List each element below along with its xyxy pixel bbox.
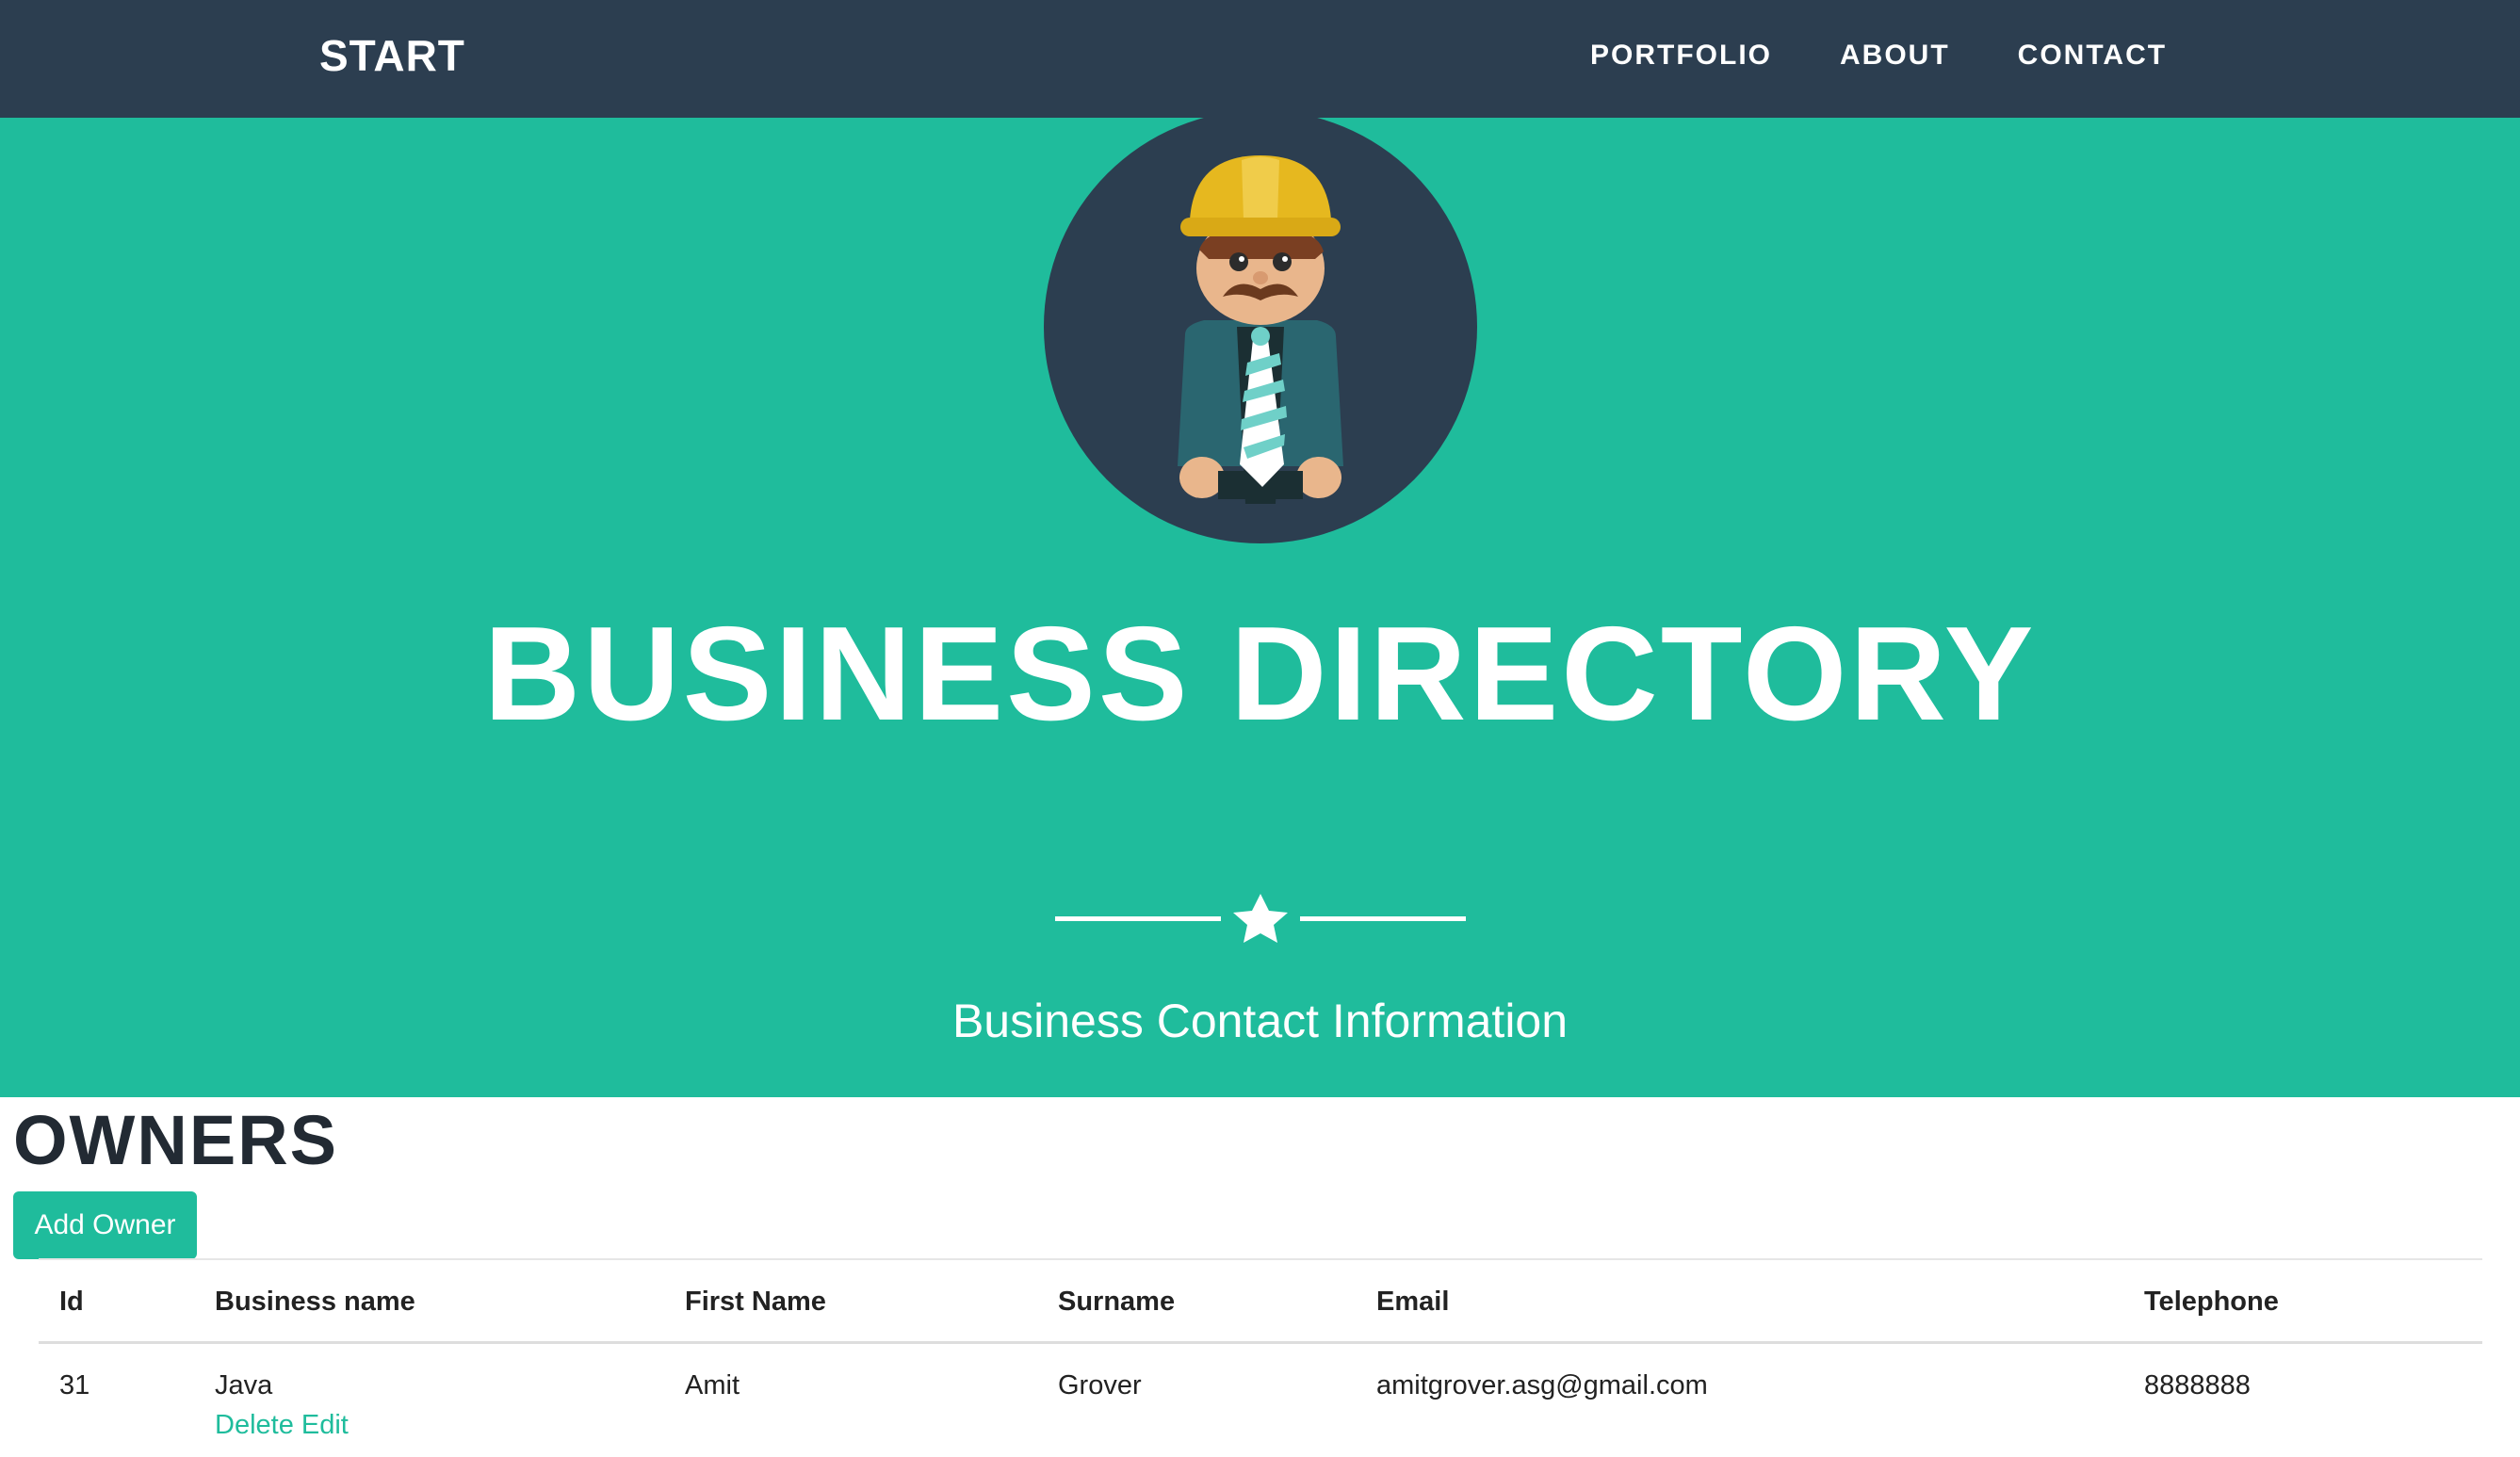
column-header-first-name: First Name <box>685 1287 826 1317</box>
hero-subtitle: Business Contact Information <box>951 995 1569 1047</box>
star-icon <box>1233 894 1288 943</box>
table-row: 31 Java Amit Grover amitgrover.asg@gmail… <box>39 1344 2482 1457</box>
hero-title: BUSINESS DIRECTORY <box>483 599 2037 749</box>
owners-heading: OWNERS <box>13 1101 338 1179</box>
column-header-email: Email <box>1376 1287 1450 1317</box>
hero-section: BUSINESS DIRECTORY Business Contact Info… <box>0 118 2520 1097</box>
nav-link-portfolio[interactable]: PORTFOLIO <box>1590 40 1772 72</box>
cell-first-name: Amit <box>685 1370 740 1400</box>
brand-link[interactable]: START <box>319 30 465 81</box>
cell-surname: Grover <box>1058 1370 1142 1400</box>
nav-link-about[interactable]: ABOUT <box>1840 40 1950 72</box>
owners-table: Id Business name First Name Surname Emai… <box>39 1258 2482 1457</box>
column-header-telephone: Telephone <box>2144 1287 2279 1317</box>
add-owner-button[interactable]: Add Owner <box>13 1191 197 1259</box>
nav-links: PORTFOLIO ABOUT CONTACT <box>1590 40 2235 72</box>
table-header: Id Business name First Name Surname Emai… <box>39 1260 2482 1344</box>
column-header-business-name: Business name <box>215 1287 415 1317</box>
nav-link-contact[interactable]: CONTACT <box>2018 40 2167 72</box>
builder-avatar-icon <box>1044 118 1477 543</box>
cell-business-name: Java <box>215 1370 273 1400</box>
navbar: START PORTFOLIO ABOUT CONTACT <box>0 0 2520 118</box>
row-actions: Delete Edit <box>215 1410 349 1441</box>
column-header-id: Id <box>59 1287 84 1317</box>
delete-link[interactable]: Delete <box>215 1410 294 1440</box>
column-header-surname: Surname <box>1058 1287 1176 1317</box>
cell-telephone: 8888888 <box>2144 1370 2251 1400</box>
edit-link[interactable]: Edit <box>301 1410 349 1440</box>
cell-id: 31 <box>59 1370 90 1400</box>
cell-email: amitgrover.asg@gmail.com <box>1376 1370 1708 1400</box>
hero-divider <box>1055 894 1466 943</box>
